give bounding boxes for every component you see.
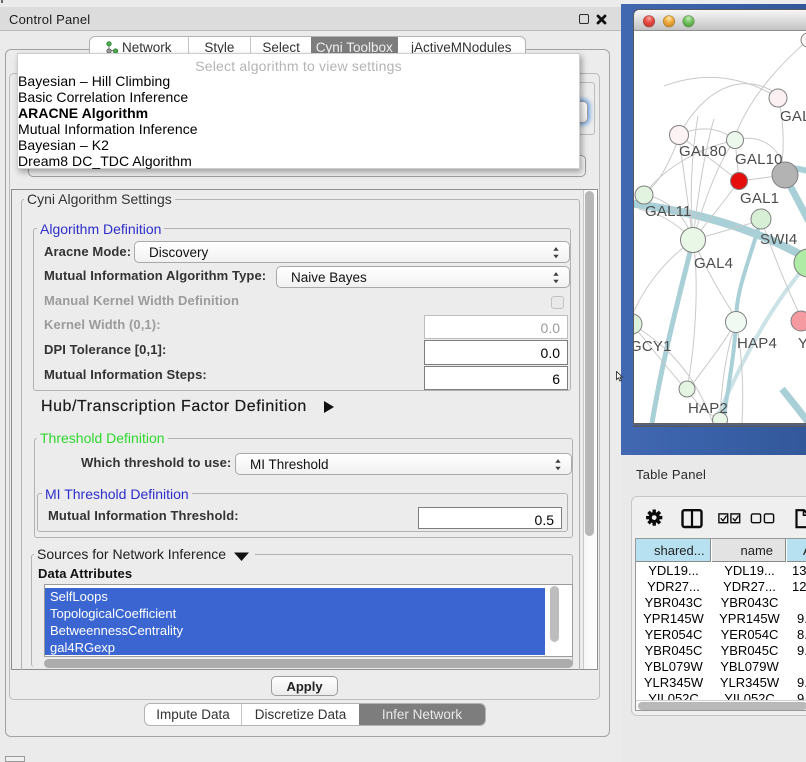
svg-text:SWI4: SWI4 bbox=[760, 231, 797, 248]
svg-text:GAL11: GAL11 bbox=[645, 203, 692, 220]
svg-text:Y: Y bbox=[798, 335, 806, 352]
svg-text:HAP4: HAP4 bbox=[737, 335, 777, 352]
svg-text:GAL80: GAL80 bbox=[679, 143, 727, 160]
svg-text:GAL1: GAL1 bbox=[740, 190, 779, 207]
svg-text:GAL4: GAL4 bbox=[694, 255, 733, 272]
svg-text:GAL10: GAL10 bbox=[735, 151, 783, 168]
svg-text:GAL: GAL bbox=[780, 108, 806, 125]
svg-text:HAP2: HAP2 bbox=[688, 400, 728, 417]
svg-text:GCY1: GCY1 bbox=[634, 338, 672, 355]
